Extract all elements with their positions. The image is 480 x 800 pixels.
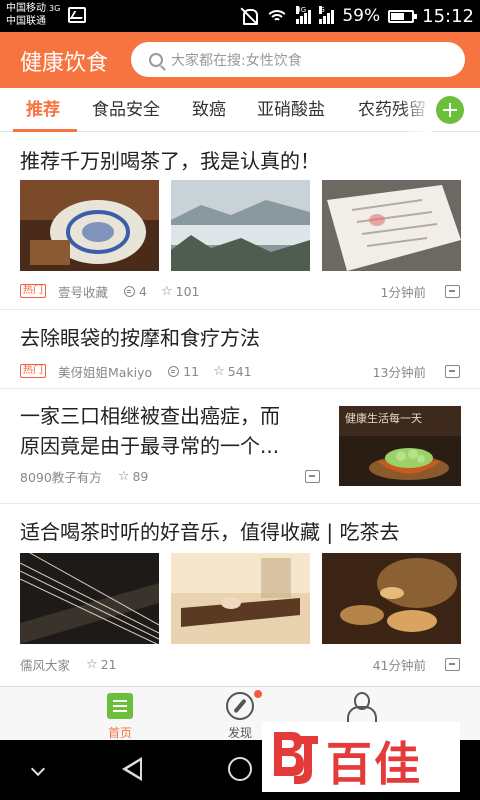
app-header: 健康饮食 大家都在搜:女性饮食	[0, 32, 480, 88]
article-title: 去除眼袋的按摩和食疗方法	[20, 326, 260, 350]
comment-count: 4	[139, 283, 147, 299]
carrier-1-network: 3G	[49, 4, 61, 13]
article-source: 美伢姐姐Makiyo	[58, 364, 153, 380]
article-title: 推荐千万别喝茶了，我是认真的！	[20, 149, 320, 173]
star-icon: ☆	[86, 656, 98, 672]
watermark-logo	[274, 732, 318, 784]
guqin-strings-image	[20, 553, 159, 644]
signal-1-label: 3G	[296, 6, 307, 14]
notification-dot	[254, 690, 262, 698]
carrier-info: 中国移动 3G 中国联通	[6, 2, 60, 28]
hot-badge: 热门	[20, 284, 46, 298]
signal-2-label: G	[319, 6, 325, 14]
dismiss-button[interactable]	[445, 657, 460, 671]
user-icon	[347, 692, 377, 722]
article-time: 1分钟前	[380, 284, 426, 300]
guqin-player-image	[171, 553, 310, 644]
star-count: 101	[175, 283, 200, 299]
article-thumbnails	[20, 553, 461, 644]
article-title-line-2: 原因竟是由于最寻常的一个...	[20, 434, 280, 458]
comment-icon	[168, 365, 180, 377]
tea-bowl-image: 健康生活每一天	[339, 406, 461, 486]
article-card[interactable]: 推荐千万别喝茶了，我是认真的！ 热门 壹号收藏 4 ☆ 101 1分钟前	[0, 133, 480, 310]
article-card[interactable]: 去除眼袋的按摩和食疗方法 热门 美伢姐姐Makiyo 11 ☆ 541 13分钟…	[0, 310, 480, 389]
article-card[interactable]: 适合喝茶时听的好音乐，值得收藏 | 吃茶去 儒风大家 ☆ 21 41分钟前	[0, 504, 480, 686]
article-thumbnails	[20, 180, 461, 271]
article-time: 41分钟前	[372, 657, 426, 673]
tab-food-safety[interactable]: 食品安全	[92, 88, 160, 132]
article-title: 一家三口相继被查出癌症，而 原因竟是由于最寻常的一个...	[20, 401, 280, 461]
star-icon: ☆	[213, 363, 225, 379]
active-tab-indicator	[13, 129, 77, 132]
article-card[interactable]: 一家三口相继被查出癌症，而 原因竟是由于最寻常的一个... 8090教子有方 ☆…	[0, 389, 480, 504]
article-feed: 推荐千万别喝茶了，我是认真的！ 热门 壹号收藏 4 ☆ 101 1分钟前 去除眼…	[0, 133, 480, 686]
thumb-caption: 健康生活每一天	[345, 411, 422, 425]
carrier-2: 中国联通	[6, 16, 46, 27]
hide-nav-icon[interactable]	[30, 761, 46, 777]
nav-home[interactable]: 首页	[70, 687, 170, 741]
tea-cake-image	[20, 180, 159, 271]
search-icon	[149, 52, 163, 67]
tab-carcinogen[interactable]: 致癌	[192, 88, 226, 132]
article-meta: 8090教子有方 ☆ 89	[20, 466, 320, 486]
category-tab-bar: 推荐 食品安全 致癌 亚硝酸盐 农药残留	[0, 88, 480, 132]
comment-count: 11	[183, 363, 200, 379]
article-source: 儒风大家	[20, 657, 71, 673]
compass-icon	[226, 692, 254, 720]
wifi-icon	[266, 8, 289, 24]
carrier-1: 中国移动	[6, 3, 46, 14]
signal-icon-1: 3G	[296, 6, 312, 24]
image-notification-icon	[68, 7, 86, 23]
article-source: 壹号收藏	[58, 284, 109, 300]
dismiss-button[interactable]	[445, 364, 460, 378]
mute-icon	[240, 7, 259, 25]
home-list-icon	[107, 693, 133, 719]
add-category-button[interactable]	[436, 96, 464, 124]
article-meta: 儒风大家 ☆ 21 41分钟前	[20, 654, 460, 674]
star-count: 541	[227, 363, 252, 379]
nav-home-label: 首页	[107, 726, 132, 740]
dismiss-button[interactable]	[445, 284, 460, 298]
comment-icon	[124, 285, 136, 297]
receipt-image	[322, 180, 461, 271]
tea-set-image	[322, 553, 461, 644]
back-icon[interactable]	[122, 757, 142, 781]
tab-nitrite[interactable]: 亚硝酸盐	[257, 88, 325, 132]
battery-icon	[388, 9, 418, 23]
home-icon[interactable]	[228, 757, 252, 781]
category-tabs: 推荐 食品安全 致癌 亚硝酸盐 农药残留	[0, 88, 432, 132]
article-meta: 热门 壹号收藏 4 ☆ 101 1分钟前	[20, 281, 460, 301]
star-count: 21	[100, 656, 117, 672]
star-count: 89	[132, 468, 149, 484]
status-bar: 中国移动 3G 中国联通 3G G 59% 15:12	[0, 0, 480, 32]
hot-badge: 热门	[20, 364, 46, 378]
tab-recommend[interactable]: 推荐	[26, 88, 60, 132]
article-title: 适合喝茶时听的好音乐，值得收藏 | 吃茶去	[20, 520, 400, 544]
article-source: 8090教子有方	[20, 469, 102, 485]
star-icon: ☆	[160, 283, 173, 299]
search-input[interactable]: 大家都在搜:女性饮食	[131, 42, 465, 77]
article-time: 13分钟前	[372, 364, 426, 380]
misty-mountains-image	[171, 180, 310, 271]
watermark: 百佳	[262, 722, 460, 792]
signal-icon-2: G	[319, 6, 335, 24]
dismiss-button[interactable]	[305, 469, 320, 483]
star-icon: ☆	[117, 468, 130, 484]
article-meta: 热门 美伢姐姐Makiyo 11 ☆ 541 13分钟前	[20, 361, 460, 381]
watermark-text: 百佳	[326, 737, 422, 791]
search-placeholder: 大家都在搜:女性饮食	[171, 52, 302, 69]
battery-percent: 59%	[342, 6, 381, 26]
status-time: 15:12	[422, 5, 474, 27]
article-title-line-1: 一家三口相继被查出癌症，而	[20, 404, 280, 428]
app-title: 健康饮食	[20, 51, 109, 76]
